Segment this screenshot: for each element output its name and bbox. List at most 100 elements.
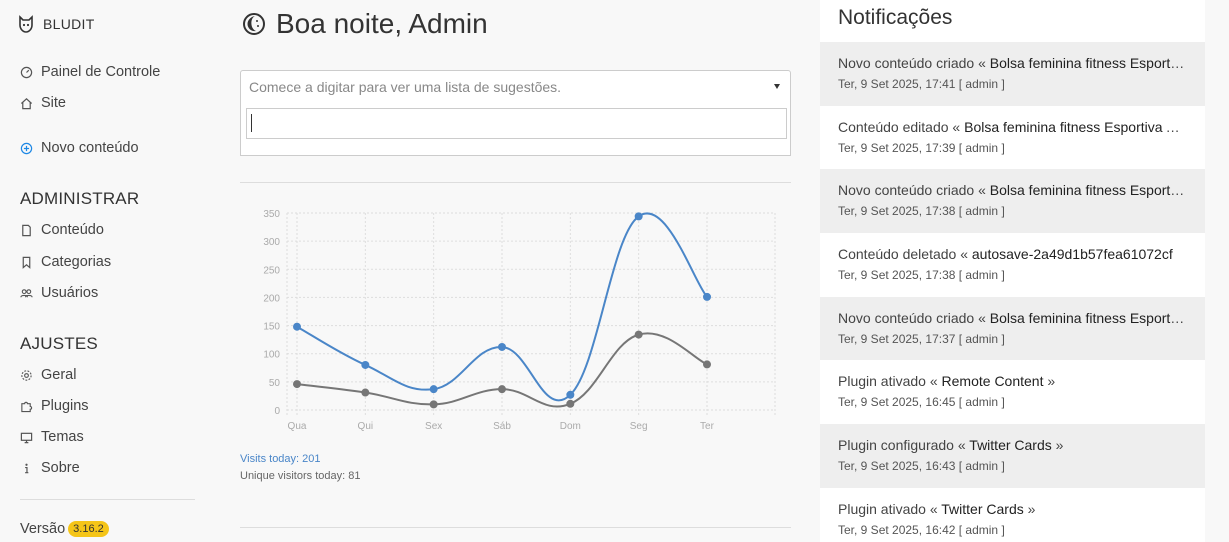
- plus-circle-icon: [20, 142, 33, 155]
- notification-suffix: »: [1043, 373, 1056, 390]
- sidebar-item-users[interactable]: Usuários: [20, 285, 98, 301]
- notification-object-link[interactable]: autosave-2a49d1b57fea61072cf: [972, 246, 1173, 262]
- notification-object-link[interactable]: Bolsa feminina fitness Esportiva Academi…: [990, 55, 1187, 71]
- home-icon: [20, 97, 33, 110]
- sidebar-item-label: Plugins: [41, 398, 89, 414]
- x-tick-label: Sex: [425, 421, 442, 432]
- sidebar-item-general[interactable]: Geral: [20, 367, 76, 383]
- notification-meta: Ter, 9 Set 2025, 16:43 [ admin ]: [838, 459, 1005, 474]
- notification-text: Plugin ativado « Remote Content »: [838, 373, 1187, 389]
- sidebar-item-dashboard[interactable]: Painel de Controle: [20, 64, 160, 80]
- sidebar-item-about[interactable]: Sobre: [20, 460, 80, 476]
- notification-text: Plugin configurado « Twitter Cards »: [838, 437, 1187, 453]
- sidebar-item-label: Conteúdo: [41, 222, 104, 238]
- sidebar-item-label: Temas: [41, 429, 84, 445]
- brand[interactable]: BLUDIT: [18, 15, 95, 33]
- y-tick-label: 300: [263, 237, 280, 248]
- data-point: [293, 380, 301, 389]
- sidebar-item-label: Sobre: [41, 460, 80, 476]
- sidebar-divider: [20, 499, 195, 500]
- data-point: [498, 385, 506, 394]
- notification-object-link[interactable]: Bolsa feminina fitness Esportiva Academi…: [990, 310, 1187, 326]
- notification-action: Plugin ativado «: [838, 373, 942, 390]
- y-tick-label: 100: [263, 350, 280, 361]
- section-divider: [240, 527, 791, 528]
- version-badge: 3.16.2: [68, 521, 109, 537]
- chevron-down-icon: [774, 84, 780, 89]
- content-search-select[interactable]: Comece a digitar para ver uma lista de s…: [240, 70, 791, 104]
- notification-text: Plugin ativado « Twitter Cards »: [838, 501, 1187, 517]
- version-info: Versão 3.16.2: [20, 521, 109, 537]
- dashboard-icon: [20, 66, 33, 79]
- data-point: [703, 292, 711, 301]
- notifications-list: Novo conteúdo criado « Bolsa feminina fi…: [820, 42, 1205, 542]
- page-title: Boa noite, Admin: [242, 8, 488, 40]
- data-point: [498, 342, 506, 351]
- sidebar-item-new-content[interactable]: Novo conteúdo: [20, 140, 139, 156]
- y-tick-label: 150: [263, 322, 280, 333]
- admin-section-title: ADMINISTRAR: [20, 189, 140, 208]
- users-icon: [20, 287, 33, 300]
- notification-object-link[interactable]: Twitter Cards: [969, 437, 1051, 453]
- notification-meta: Ter, 9 Set 2025, 17:39 [ admin ]: [838, 140, 1005, 155]
- sidebar-item-label: Site: [41, 95, 66, 111]
- sidebar-item-label: Categorias: [41, 254, 112, 270]
- sidebar-item-site[interactable]: Site: [20, 95, 66, 111]
- data-point: [703, 360, 711, 369]
- bludit-logo-icon: [19, 15, 33, 33]
- notification-action: Novo conteúdo criado «: [838, 182, 990, 199]
- data-point: [634, 212, 643, 221]
- monitor-icon: [20, 431, 33, 444]
- notification-suffix: »: [1051, 437, 1064, 454]
- visits-today: Visits today: 201: [240, 453, 321, 465]
- notification-object-link[interactable]: Remote Content: [942, 373, 1044, 389]
- search-dropdown: [240, 103, 791, 156]
- notifications-title: Notificações: [838, 6, 953, 29]
- sidebar-item-plugins[interactable]: Plugins: [20, 398, 89, 414]
- y-tick-label: 0: [274, 406, 280, 417]
- section-divider: [240, 182, 791, 183]
- notification-action: Conteúdo deletado «: [838, 246, 972, 263]
- notification-text: Conteúdo deletado « autosave-2a49d1b57fe…: [838, 246, 1187, 262]
- sidebar-item-themes[interactable]: Temas: [20, 429, 84, 445]
- data-point: [566, 390, 575, 399]
- notification-item: Novo conteúdo criado « Bolsa feminina fi…: [820, 42, 1205, 106]
- search-placeholder: Comece a digitar para ver uma lista de s…: [249, 79, 562, 95]
- data-point: [429, 385, 438, 394]
- text-cursor: [251, 114, 252, 132]
- gear-icon: [20, 369, 33, 382]
- sidebar-item-categories[interactable]: Categorias: [20, 254, 111, 270]
- notification-action: Plugin ativado «: [838, 500, 942, 517]
- notification-action: Novo conteúdo criado «: [838, 55, 990, 71]
- data-point: [293, 322, 301, 331]
- moon-icon: [243, 13, 265, 35]
- search-input[interactable]: [246, 108, 787, 139]
- notification-item: Plugin configurado « Twitter Cards » Ter,…: [820, 424, 1205, 488]
- file-icon: [20, 224, 33, 237]
- notification-meta: Ter, 9 Set 2025, 17:41 [ admin ]: [838, 77, 1005, 91]
- notification-meta: Ter, 9 Set 2025, 17:38 [ admin ]: [838, 268, 1005, 283]
- notification-item: Plugin ativado « Remote Content » Ter, 9 …: [820, 360, 1205, 424]
- data-point: [361, 388, 370, 397]
- x-tick-label: Seg: [630, 421, 648, 432]
- sidebar-item-content[interactable]: Conteúdo: [20, 222, 104, 238]
- greeting-text: Boa noite, Admin: [276, 8, 488, 39]
- notification-item: Conteúdo editado « Bolsa feminina fitnes…: [820, 106, 1205, 170]
- data-point: [361, 360, 370, 369]
- notification-text: Novo conteúdo criado « Bolsa feminina fi…: [838, 55, 1187, 71]
- sidebar-item-label: Usuários: [41, 285, 99, 301]
- notification-text: Novo conteúdo criado « Bolsa feminina fi…: [838, 310, 1187, 326]
- notification-item: Novo conteúdo criado « Bolsa feminina fi…: [820, 169, 1205, 234]
- notification-object-link[interactable]: Twitter Cards: [941, 501, 1023, 517]
- data-point: [429, 400, 438, 409]
- notifications-panel: Notificações Novo conteúdo criado « Bols…: [820, 0, 1205, 542]
- y-tick-label: 250: [263, 265, 280, 276]
- x-tick-label: Ter: [700, 421, 715, 432]
- notification-item: Novo conteúdo criado « Bolsa feminina fi…: [820, 296, 1205, 361]
- x-tick-label: Qua: [288, 421, 307, 432]
- info-icon: [20, 462, 33, 475]
- notification-item: Plugin ativado « Twitter Cards » Ter, 9 S…: [820, 488, 1205, 542]
- notification-object-link[interactable]: Bolsa feminina fitness Esportiva Academi…: [990, 182, 1187, 198]
- y-tick-label: 350: [263, 209, 280, 220]
- notification-object-link[interactable]: Bolsa feminina fitness Esportiva Academi…: [964, 119, 1187, 135]
